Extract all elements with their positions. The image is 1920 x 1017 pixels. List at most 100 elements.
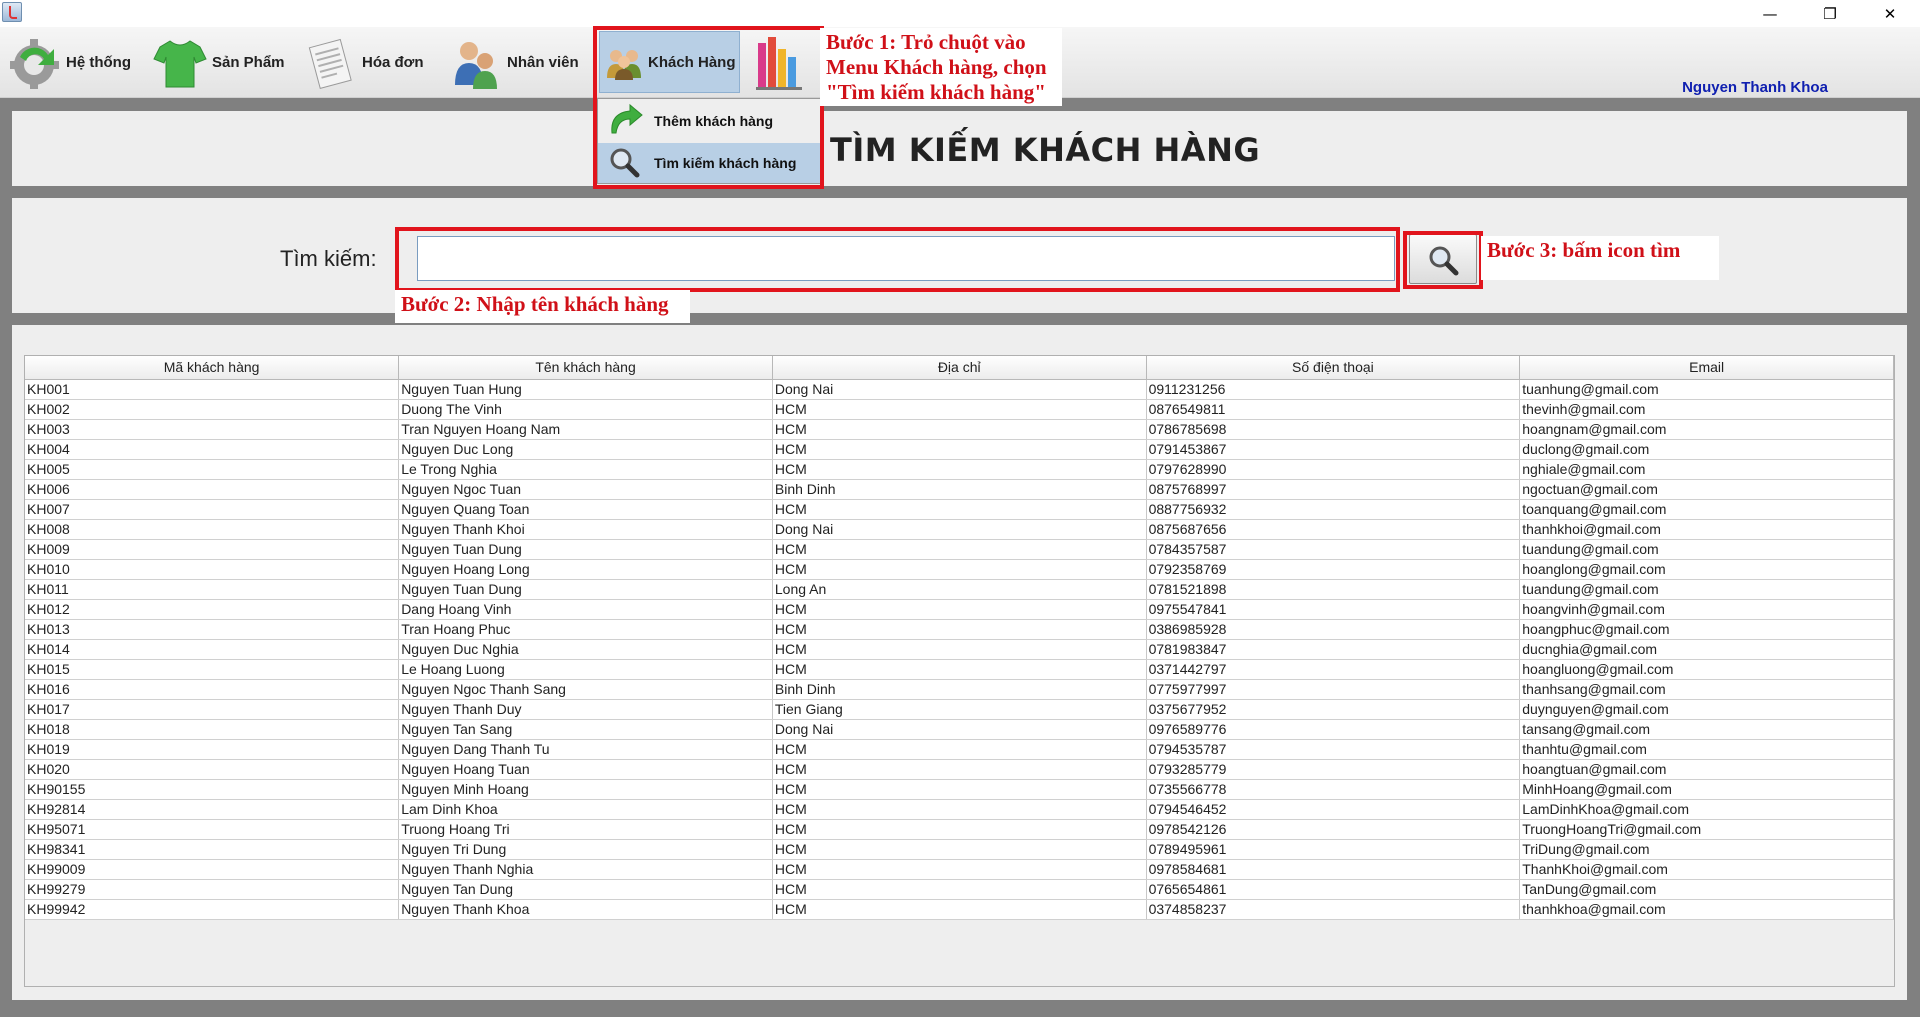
table-cell: Tran Nguyen Hoang Nam [398,419,773,440]
table-cell: hoanglong@gmail.com [1519,559,1894,580]
table-row[interactable]: KH001 Nguyen Tuan Hung Dong Nai 0911231256 t… [25,379,1894,400]
table-cell: hoangnam@gmail.com [1519,419,1894,440]
menu-item-them-khach-hang[interactable]: Thêm khách hàng [598,101,820,141]
table-cell: HCM [772,659,1147,680]
restore-button[interactable]: ❐ [1800,0,1860,27]
table-row[interactable]: KH99279 Nguyen Tan Dung HCM 0765654861 TanDu… [25,879,1894,900]
table-row[interactable]: KH020 Nguyen Hoang Tuan HCM 0793285779 hoang… [25,759,1894,780]
table-cell: 0735566778 [1146,779,1521,800]
table-cell: 0875687656 [1146,519,1521,540]
table-body: KH001 Nguyen Tuan Hung Dong Nai 0911231256 t… [25,379,1894,920]
menu-item-tim-label: Tìm kiếm khách hàng [654,155,797,171]
table-cell: Nguyen Dang Thanh Tu [398,739,773,760]
table-cell: Nguyen Ngoc Thanh Sang [398,679,773,700]
table-cell: KH90155 [25,779,400,800]
table-cell: duclong@gmail.com [1519,439,1894,460]
table-row[interactable]: KH013 Tran Hoang Phuc HCM 0386985928 hoangph… [25,619,1894,640]
table-row[interactable]: KH006 Nguyen Ngoc Tuan Binh Dinh 0875768997… [25,479,1894,500]
column-header[interactable]: Tên khách hàng [398,356,773,380]
table-cell: Nguyen Tan Sang [398,719,773,740]
table-cell: 0375677952 [1146,699,1521,720]
table-row[interactable]: KH014 Nguyen Duc Nghia HCM 0781983847 ducngh… [25,639,1894,660]
table-row[interactable]: KH99009 Nguyen Thanh Nghia HCM 0978584681 Th… [25,859,1894,880]
table-row[interactable]: KH98341 Nguyen Tri Dung HCM 0789495961 TriDu… [25,839,1894,860]
table-cell: KH011 [25,579,400,600]
table-row[interactable]: KH002 Duong The Vinh HCM 0876549811 thevinh@… [25,399,1894,420]
menu-nhan-vien[interactable]: Nhân viên [447,27,579,98]
table-row[interactable]: KH011 Nguyen Tuan Dung Long An 0781521898 tu… [25,579,1894,600]
table-cell: 0793285779 [1146,759,1521,780]
menu-khach-hang[interactable]: Khách Hàng [599,31,740,93]
search-button[interactable] [1409,234,1477,284]
table-cell: 0978584681 [1146,859,1521,880]
table-row[interactable]: KH016 Nguyen Ngoc Thanh Sang Binh Dinh 0775… [25,679,1894,700]
menu-san-pham-label: Sản Phẩm [212,54,285,71]
table-cell: Truong Hoang Tri [398,819,773,840]
table-row[interactable]: KH010 Nguyen Hoang Long HCM 0792358769 hoang… [25,559,1894,580]
table-cell: Dong Nai [772,719,1147,740]
table-row[interactable]: KH015 Le Hoang Luong HCM 0371442797 hoangluo… [25,659,1894,680]
table-cell: KH019 [25,739,400,760]
customers-icon [604,42,644,82]
table-cell: thanhtu@gmail.com [1519,739,1894,760]
table-row[interactable]: KH018 Nguyen Tan Sang Dong Nai 0976589776 ta… [25,719,1894,740]
table-cell: HCM [772,499,1147,520]
menu-thong-ke[interactable] [742,31,818,93]
minimize-button[interactable]: — [1740,0,1800,27]
table-cell: KH015 [25,659,400,680]
menu-hoa-don[interactable]: Hóa đơn [302,27,424,98]
table-cell: KH016 [25,679,400,700]
table-row[interactable]: KH017 Nguyen Thanh Duy Tien Giang 037567795… [25,699,1894,720]
gear-refresh-icon [6,35,62,91]
table-row[interactable]: KH009 Nguyen Tuan Dung HCM 0784357587 tuandu… [25,539,1894,560]
menu-he-thong[interactable]: Hệ thống [6,27,131,98]
table-row[interactable]: KH90155 Nguyen Minh Hoang HCM 0735566778 Min… [25,779,1894,800]
table-row[interactable]: KH019 Nguyen Dang Thanh Tu HCM 0794535787th… [25,739,1894,760]
table-cell: 0978542126 [1146,819,1521,840]
table-cell: KH010 [25,559,400,580]
close-button[interactable]: ✕ [1860,0,1920,27]
add-arrow-icon [606,103,646,139]
menu-san-pham[interactable]: Sản Phẩm [152,27,285,98]
table-cell: Binh Dinh [772,679,1147,700]
table-cell: TruongHoangTri@gmail.com [1519,819,1894,840]
table-row[interactable]: KH007 Nguyen Quang Toan HCM 0887756932 toanq… [25,499,1894,520]
table-cell: 0775977997 [1146,679,1521,700]
title-bar: — ❐ ✕ [0,0,1920,27]
annotation-step-1: Bước 1: Trỏ chuột vào Menu Khách hàng, c… [820,28,1062,106]
bar-chart-icon [754,33,806,91]
column-header[interactable]: Số điện thoại [1146,356,1521,380]
table-row[interactable]: KH012 Dang Hoang Vinh HCM 0975547841 hoangvi… [25,599,1894,620]
table-scroll-pane[interactable]: Mã khách hàng Tên khách hàng Địa chỉ Số điệ… [24,355,1895,987]
column-header[interactable]: Mã khách hàng [25,356,400,380]
menu-item-tim-kiem-khach-hang[interactable]: Tìm kiếm khách hàng [598,143,820,183]
column-header[interactable]: Email [1519,356,1894,380]
column-header[interactable]: Địa chỉ [772,356,1147,380]
table-cell: KH012 [25,599,400,620]
table-cell: KH98341 [25,839,400,860]
table-cell: KH99009 [25,859,400,880]
table-cell: Nguyen Tri Dung [398,839,773,860]
table-row[interactable]: KH008 Nguyen Thanh Khoi Dong Nai 0875687656… [25,519,1894,540]
search-label: Tìm kiếm: [280,246,377,271]
table-row[interactable]: KH004 Nguyen Duc Long HCM 0791453867 duclong… [25,439,1894,460]
table-cell: Nguyen Tuan Dung [398,579,773,600]
table-row[interactable]: KH92814 Lam Dinh Khoa HCM 0794546452 LamDinh… [25,799,1894,820]
search-input[interactable] [417,236,1395,281]
table-cell: 0786785698 [1146,419,1521,440]
table-cell: KH99279 [25,879,400,900]
table-row[interactable]: KH99942 Nguyen Thanh Khoa HCM 0374858237 tha… [25,899,1894,920]
table-row[interactable]: KH003 Tran Nguyen Hoang Nam HCM 0786785698 h… [25,419,1894,440]
table-cell: HCM [772,839,1147,860]
table-cell: tuandung@gmail.com [1519,539,1894,560]
table-row[interactable]: KH005 Le Trong Nghia HCM 0797628990 nghiale@… [25,459,1894,480]
table-cell: duynguyen@gmail.com [1519,699,1894,720]
table-cell: Nguyen Tuan Hung [398,379,773,400]
table-cell: thanhkhoa@gmail.com [1519,899,1894,920]
table-cell: nghiale@gmail.com [1519,459,1894,480]
table-row[interactable]: KH95071 Truong Hoang Tri HCM 0978542126 Truo… [25,819,1894,840]
java-app-icon [2,2,22,22]
table-cell: KH003 [25,419,400,440]
table-cell: Le Hoang Luong [398,659,773,680]
invoice-icon [302,35,358,91]
